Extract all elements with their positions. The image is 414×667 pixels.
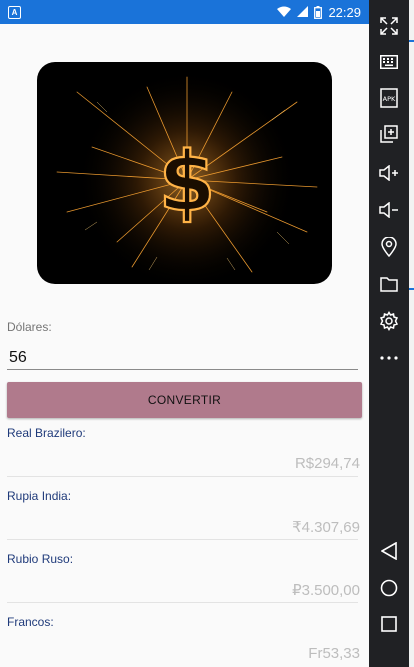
- signal-icon: [297, 6, 309, 18]
- rubio-label: Rubio Ruso:: [7, 552, 74, 566]
- svg-text:APK: APK: [383, 95, 396, 103]
- settings-icon[interactable]: [376, 308, 402, 334]
- phone-screen: A 22:29 $ Dólares: 56 CONVERTIR Real Bra…: [0, 0, 369, 667]
- notification-icon: A: [8, 5, 21, 19]
- convert-button[interactable]: CONVERTIR: [7, 382, 362, 418]
- fullscreen-icon[interactable]: [376, 13, 402, 39]
- rupia-value: ₹4.307,69: [292, 519, 360, 536]
- divider: [7, 539, 358, 540]
- volume-down-icon[interactable]: [376, 197, 402, 223]
- folder-icon[interactable]: [376, 271, 402, 297]
- wifi-icon: [277, 6, 292, 18]
- francos-label: Francos:: [7, 615, 54, 629]
- location-icon[interactable]: [376, 234, 402, 260]
- hero-image: $: [37, 62, 332, 284]
- recents-icon[interactable]: [376, 611, 402, 637]
- edge-mark: [409, 40, 414, 42]
- more-icon[interactable]: [376, 345, 402, 371]
- status-time: 22:29: [328, 4, 361, 20]
- volume-up-icon[interactable]: [376, 160, 402, 186]
- real-value: R$294,74: [294, 455, 360, 472]
- screenshot-icon[interactable]: [376, 121, 402, 147]
- emulator-toolbar: APK: [369, 0, 409, 667]
- real-label: Real Brazilero:: [7, 426, 86, 440]
- divider: [7, 476, 358, 477]
- home-icon[interactable]: [376, 575, 402, 601]
- francos-value: Fr53,33: [308, 645, 360, 662]
- rupia-label: Rupia India:: [7, 489, 72, 503]
- status-bar: A 22:29: [0, 0, 369, 24]
- battery-icon: [314, 5, 323, 19]
- rubio-value: ₽3.500,00: [292, 582, 360, 599]
- amount-label: Dólares:: [7, 320, 52, 334]
- window-edge: [409, 0, 414, 667]
- edge-mark: [409, 288, 414, 290]
- dollar-sign-icon: $: [158, 135, 215, 230]
- amount-input[interactable]: [7, 346, 358, 370]
- apk-icon[interactable]: APK: [376, 85, 402, 111]
- back-icon[interactable]: [376, 538, 402, 564]
- divider: [7, 602, 358, 603]
- keyboard-icon[interactable]: [376, 49, 402, 75]
